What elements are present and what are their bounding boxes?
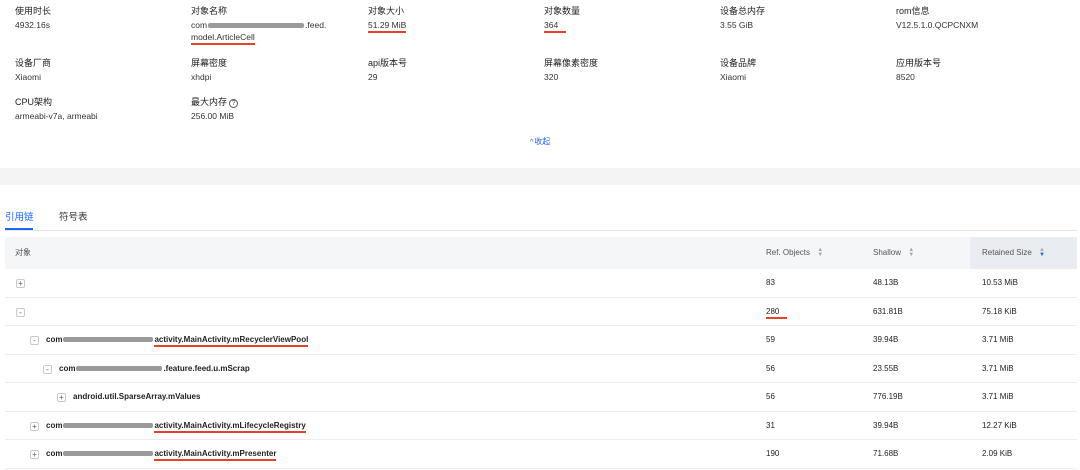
expand-icon[interactable]: +: [16, 279, 25, 288]
collapse-icon[interactable]: -: [30, 336, 39, 345]
redacted-block: [63, 422, 154, 428]
table-header: 对象 Ref. Objects ▲ ▼ Shallow ▲ ▼ Retained S…: [5, 237, 1077, 269]
help-icon[interactable]: ?: [229, 99, 239, 108]
header-retained-size[interactable]: Retained Size ▲ ▼: [982, 237, 1045, 269]
info-brand: 设备品牌 Xiaomi: [720, 58, 757, 82]
collapse-icon[interactable]: -: [16, 307, 25, 317]
ref-objects-cell: 280: [766, 298, 788, 326]
shallow-cell: 776.19B: [873, 392, 903, 401]
info-object-size: 对象大小 51.29 MiB: [368, 6, 538, 33]
shallow-cell: 71.68B: [873, 449, 899, 458]
info-cpu-arch: CPU架构 armeabi-v7a, armeabi: [15, 97, 98, 121]
ref-objects-cell: 190: [766, 449, 780, 458]
ref-objects-cell: 56: [766, 363, 775, 373]
info-total-memory: 设备总内存 3.55 GiB: [720, 6, 766, 30]
tab-bar: 引用链 符号表: [0, 185, 1080, 231]
ref-objects-cell: 83: [766, 278, 775, 287]
ref-objects-cell: 59: [766, 335, 775, 344]
info-object-count: 对象数量 364: [544, 6, 714, 33]
expand-icon[interactable]: +: [30, 421, 39, 431]
table-row[interactable]: + com activity.MainActivity.mLifecycleRegi…: [5, 412, 1077, 440]
shallow-cell: 39.94B: [873, 420, 899, 430]
sort-desc-icon: ▲ ▼: [1039, 247, 1045, 258]
info-object-name: 对象名称 com .feed. model.ArticleCell: [191, 6, 366, 45]
retained-cell: 3.71 MiB: [982, 363, 1014, 373]
collapse-icon[interactable]: -: [43, 364, 52, 374]
info-usage-duration: 使用时长 4932.16s: [15, 6, 52, 30]
info-screen-density: 屏幕密度 xhdpi: [191, 58, 228, 82]
collapse-button[interactable]: ^收起: [530, 136, 550, 147]
redacted-block: [63, 451, 154, 457]
tab-symbol-table[interactable]: 符号表: [59, 209, 88, 223]
table-row[interactable]: + 83 48.13B 10.53 MiB: [5, 269, 1077, 298]
object-cell: + com activity.MainActivity.mPresenter: [30, 440, 277, 468]
object-cell: - com activity.MainActivity.mRecyclerViewP…: [30, 326, 309, 354]
retained-cell: 12.27 KiB: [982, 420, 1017, 430]
retained-cell: 10.53 MiB: [982, 278, 1019, 287]
header-ref-objects[interactable]: Ref. Objects ▲ ▼: [766, 237, 823, 269]
redacted-block: [76, 365, 163, 371]
table-row[interactable]: + com activity.MainActivity.mPresenter 190…: [5, 440, 1077, 469]
info-max-memory: 最大内存? 256.00 MiB: [191, 97, 361, 122]
shallow-cell: 48.13B: [873, 278, 899, 287]
chevron-up-icon: ^: [530, 139, 534, 146]
header-shallow[interactable]: Shallow ▲ ▼: [873, 237, 914, 269]
retained-cell: 3.71 MiB: [982, 335, 1014, 344]
ref-objects-cell: 56: [766, 392, 775, 401]
object-cell: + android.util.SparseArray.mValues: [57, 383, 200, 411]
info-api-level: api版本号 29: [368, 58, 408, 82]
sort-icon: ▲ ▼: [817, 247, 824, 258]
table-row[interactable]: - 280 631.81B 75.18 KiB: [5, 298, 1077, 326]
sort-icon: ▲ ▼: [908, 247, 915, 258]
object-cell: + com activity.MainActivity.mLifecycleRegi…: [30, 412, 306, 440]
info-app-version: 应用版本号 8520: [896, 58, 942, 82]
header-object: 对象: [15, 248, 31, 257]
info-pixel-density: 屏幕像素密度 320: [544, 58, 599, 82]
shallow-cell: 39.94B: [873, 335, 899, 344]
tab-reference-chain[interactable]: 引用链: [5, 209, 34, 223]
shallow-cell: 631.81B: [873, 306, 903, 316]
device-info-panel: 使用时长 4932.16s 对象名称 com .feed. model.Artic…: [0, 0, 1080, 168]
info-vendor: 设备厂商 Xiaomi: [15, 58, 52, 82]
table-row[interactable]: - com .feature.feed.u.mScrap 56 23.55B 3.7…: [5, 355, 1077, 383]
ref-objects-cell: 31: [766, 420, 775, 430]
reference-table: 对象 Ref. Objects ▲ ▼ Shallow ▲ ▼ Retained S…: [5, 237, 1077, 469]
retained-cell: 3.71 MiB: [982, 392, 1014, 401]
table-row[interactable]: + android.util.SparseArray.mValues 56 776…: [5, 383, 1077, 412]
section-divider: [0, 168, 1080, 185]
expand-icon[interactable]: +: [30, 450, 39, 459]
retained-cell: 75.18 KiB: [982, 306, 1017, 316]
object-cell: - com .feature.feed.u.mScrap: [43, 355, 250, 383]
table-row[interactable]: - com activity.MainActivity.mRecyclerViewP…: [5, 326, 1077, 355]
info-rom: rom信息 V12.5.1.0.QCPCNXM: [896, 6, 979, 30]
redacted-block: [63, 337, 154, 343]
tab-divider: [5, 230, 1077, 231]
shallow-cell: 23.55B: [873, 363, 899, 373]
redacted-block: [208, 23, 305, 29]
retained-cell: 2.09 KiB: [982, 449, 1013, 458]
expand-icon[interactable]: +: [57, 393, 66, 402]
